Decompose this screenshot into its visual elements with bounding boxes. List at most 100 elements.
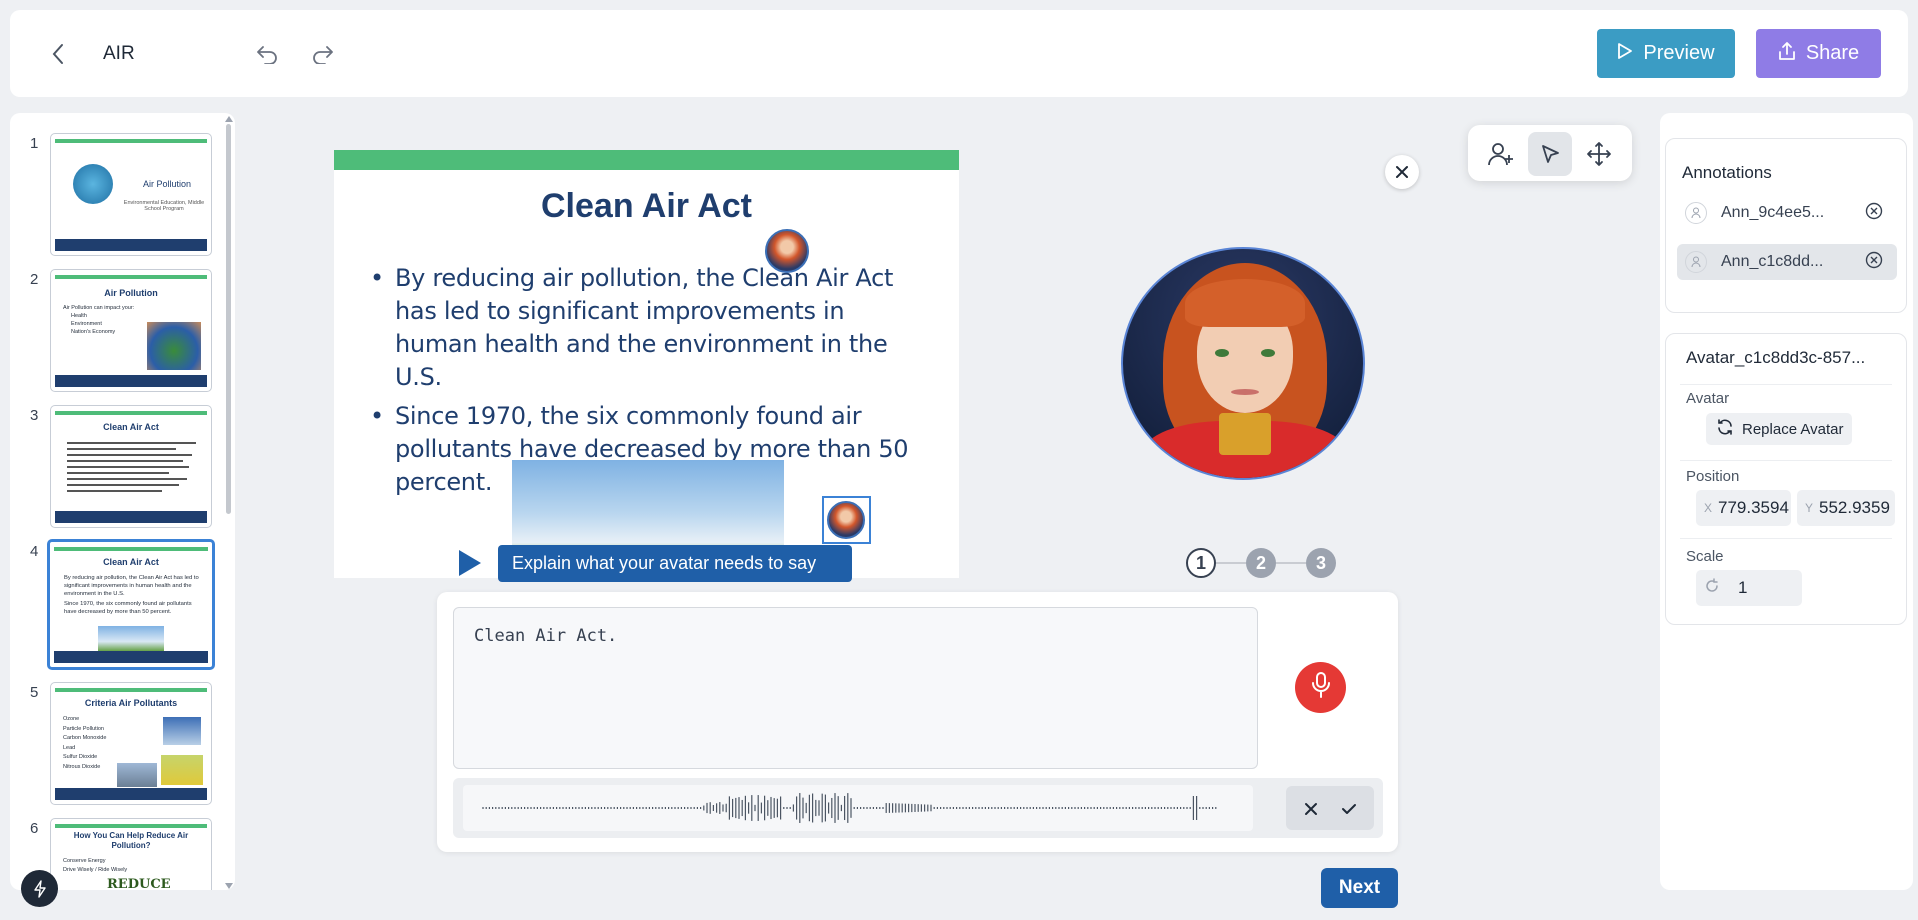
sky-field-image — [98, 626, 164, 652]
position-y-field[interactable]: Y 552.9359 — [1797, 490, 1895, 526]
y-key: Y — [1805, 501, 1814, 515]
replace-avatar-label: Replace Avatar — [1742, 420, 1844, 438]
thumb-line: Nitrous Dioxide — [63, 763, 101, 770]
preview-label: Preview — [1643, 42, 1715, 64]
close-icon[interactable] — [1385, 155, 1419, 189]
slide-header-bar — [334, 150, 959, 170]
thumb-number: 2 — [30, 271, 39, 288]
slide-thumbnail-4-selected[interactable]: Clean Air Act By reducing air pollution,… — [47, 539, 215, 670]
avatar-annotation-selected[interactable] — [822, 496, 871, 544]
thumb-line: By reducing air pollution, the Clean Air… — [64, 575, 199, 597]
step-2[interactable]: 2 — [1246, 548, 1276, 578]
play-outline-icon — [1617, 42, 1633, 66]
avatar-name: Avatar_c1c8dd3c-857... — [1686, 348, 1866, 367]
preview-button[interactable]: Preview — [1597, 29, 1735, 78]
thumb-line: Lead — [63, 744, 76, 751]
remove-annotation-icon[interactable] — [1865, 251, 1883, 274]
thumbnail-scrollbar[interactable] — [226, 124, 231, 514]
scale-field[interactable]: 1 — [1696, 570, 1802, 606]
back-icon[interactable] — [46, 40, 70, 68]
avatar-instruction-tooltip: Explain what your avatar needs to say — [498, 545, 852, 582]
position-x-field[interactable]: X 779.3594 — [1696, 490, 1791, 526]
thumb-line: Environment — [71, 321, 102, 327]
thumb-line: Drive Wisely / Ride Wisely — [63, 867, 128, 873]
undo-icon[interactable] — [252, 40, 282, 68]
thumb-title: Criteria Air Pollutants — [84, 698, 178, 708]
position-label: Position — [1686, 468, 1740, 485]
x-key: X — [1704, 501, 1713, 515]
scroll-up-arrow-icon[interactable] — [225, 116, 233, 122]
thumb-number: 6 — [30, 820, 39, 837]
share-label: Share — [1805, 42, 1860, 64]
audio-waveform — [463, 785, 1253, 831]
slide-thumbnail-3[interactable]: Clean Air Act — [50, 405, 212, 528]
slide-title: Clean Air Act — [541, 187, 752, 225]
thumb-line: Air Pollution can impact your: — [63, 305, 135, 311]
globe-logo-icon — [73, 164, 113, 204]
avatar-annotation-marker[interactable] — [765, 229, 809, 273]
thumb-line: Carbon Monoxide — [63, 735, 107, 741]
person-icon — [1685, 251, 1707, 273]
avatar-preview[interactable] — [1121, 247, 1365, 480]
thumb-line: Sulfur Dioxide — [63, 754, 98, 760]
share-icon — [1778, 41, 1796, 67]
play-icon[interactable] — [459, 550, 481, 576]
scale-value: 1 — [1738, 578, 1748, 597]
confirm-recording-icon[interactable] — [1336, 796, 1362, 822]
step-1[interactable]: 1 — [1186, 548, 1216, 578]
scale-label: Scale — [1686, 548, 1724, 565]
lightning-icon[interactable] — [21, 870, 58, 907]
slide-canvas[interactable]: Clean Air Act By reducing air pollution,… — [334, 150, 959, 578]
thumb-number: 3 — [30, 407, 39, 424]
avatar-label: Avatar — [1686, 390, 1730, 407]
annotation-item-selected[interactable]: Ann_c1c8dd... — [1677, 244, 1897, 280]
annotation-item[interactable]: Ann_9c4ee5... — [1677, 195, 1897, 231]
annotations-card: Annotations Ann_9c4ee5... Ann_c1c8dd... — [1665, 138, 1907, 313]
thumb-line: Nation's Economy — [71, 329, 116, 335]
reduce-graphic: REDUCE — [107, 877, 171, 890]
scroll-down-arrow-icon[interactable] — [225, 883, 233, 889]
thumb-title: Clean Air Act — [103, 422, 159, 432]
annotation-label: Ann_c1c8dd... — [1721, 253, 1824, 270]
share-button[interactable]: Share — [1756, 29, 1881, 78]
move-icon[interactable] — [1580, 134, 1618, 174]
slide-bullet: By reducing air pollution, the Clean Air… — [370, 262, 930, 394]
next-button[interactable]: Next — [1321, 868, 1398, 908]
microphone-button[interactable] — [1295, 662, 1346, 713]
annotation-label: Ann_9c4ee5... — [1721, 204, 1825, 221]
redo-icon[interactable] — [308, 40, 338, 68]
microphone-icon — [1310, 671, 1332, 704]
remove-annotation-icon[interactable] — [1865, 202, 1883, 225]
slide-thumbnail-1[interactable]: Air Pollution Environmental Education, M… — [50, 133, 212, 256]
refresh-icon — [1716, 418, 1734, 440]
add-person-icon[interactable] — [1482, 134, 1520, 174]
replace-avatar-button[interactable]: Replace Avatar — [1706, 413, 1852, 445]
select-pointer-icon[interactable] — [1528, 132, 1572, 176]
slide-thumbnail-5[interactable]: Criteria Air Pollutants Ozone Particle P… — [50, 682, 212, 805]
avatar-properties-card: Avatar_c1c8dd3c-857... Avatar Replace Av… — [1665, 333, 1907, 625]
thumb-number: 1 — [30, 135, 39, 152]
slide-thumbnail-2[interactable]: Air Pollution Air Pollution can impact y… — [50, 269, 212, 392]
pollution-image — [163, 717, 201, 745]
thumb-title: Air Pollution — [104, 288, 158, 298]
step-3[interactable]: 3 — [1306, 548, 1336, 578]
thumb-line: Health — [71, 313, 87, 319]
city-image — [117, 763, 157, 787]
x-value: 779.3594 — [1718, 498, 1789, 517]
slide-thumbnail-panel: 1 Air Pollution Environmental Education,… — [10, 113, 235, 890]
thumb-title: How You Can Help Reduce Air Pollution? — [73, 831, 189, 850]
thumb-title: Air Pollution — [143, 179, 192, 189]
thumb-line: Conserve Energy — [63, 858, 106, 864]
reset-scale-icon[interactable] — [1704, 577, 1720, 599]
thumb-subtitle: Environmental Education, Middle School P… — [123, 200, 205, 212]
thumb-number: 4 — [30, 543, 39, 560]
thumb-line: Particle Pollution — [63, 725, 104, 732]
thumb-line: Ozone — [63, 716, 80, 722]
person-icon — [1685, 202, 1707, 224]
slide-thumbnail-6[interactable]: How You Can Help Reduce Air Pollution? C… — [50, 818, 212, 890]
hands-globe-image — [147, 322, 201, 370]
script-text-input[interactable]: Clean Air Act. — [453, 607, 1258, 769]
discard-recording-icon[interactable] — [1298, 796, 1324, 822]
thumb-title: Clean Air Act — [103, 557, 159, 567]
y-value: 552.9359 — [1819, 498, 1890, 517]
